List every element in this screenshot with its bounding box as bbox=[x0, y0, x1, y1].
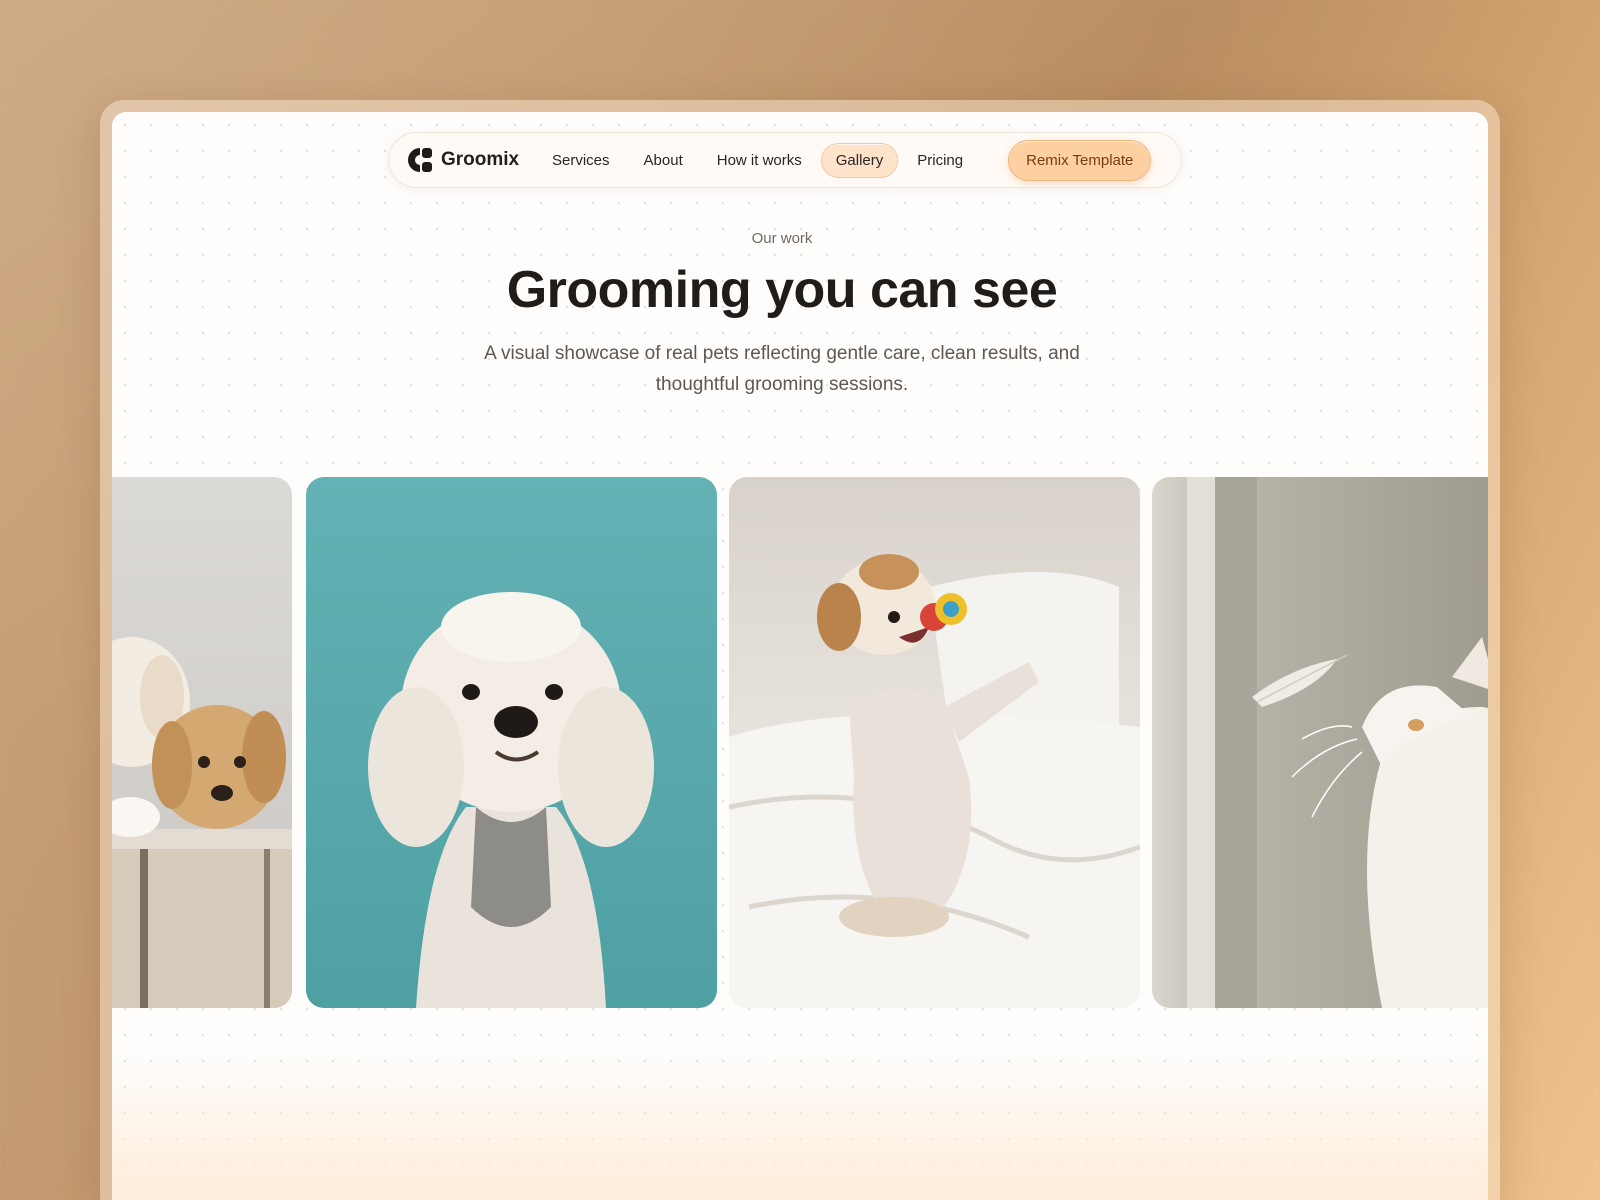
subtitle-line-2: thoughtful grooming sessions. bbox=[655, 374, 909, 395]
brand-name: Groomix bbox=[441, 149, 520, 170]
gallery-card-poodle[interactable] bbox=[306, 477, 717, 1008]
white-cat-feather-photo bbox=[1152, 477, 1488, 1008]
section-subtitle: A visual showcase of real pets reflectin… bbox=[484, 338, 1080, 400]
subtitle-line-1: A visual showcase of real pets reflectin… bbox=[484, 343, 1080, 364]
navbar: Groomix Services About How it works Gall… bbox=[388, 132, 1182, 188]
groomix-logo-icon bbox=[407, 147, 433, 173]
puppy-with-toy-photo bbox=[729, 477, 1140, 1008]
gallery-card-puppy-toy[interactable] bbox=[729, 477, 1140, 1008]
brand[interactable]: Groomix bbox=[407, 147, 537, 173]
section-eyebrow: Our work bbox=[751, 230, 813, 247]
nav-item-pricing[interactable]: Pricing bbox=[902, 143, 978, 178]
gallery-card-puppies[interactable] bbox=[112, 477, 292, 1008]
nav-item-about[interactable]: About bbox=[629, 143, 698, 178]
nav-item-services[interactable]: Services bbox=[537, 143, 625, 178]
white-poodle-photo bbox=[306, 477, 717, 1008]
remix-template-button[interactable]: Remix Template bbox=[1008, 139, 1152, 181]
section-title: Grooming you can see bbox=[506, 261, 1058, 319]
nav-item-gallery[interactable]: Gallery bbox=[820, 142, 899, 178]
gallery-card-cat[interactable] bbox=[1152, 477, 1488, 1008]
two-puppies-photo bbox=[112, 477, 292, 1008]
nav-item-how-it-works[interactable]: How it works bbox=[702, 143, 817, 178]
page: Groomix Services About How it works Gall… bbox=[112, 112, 1488, 1200]
footer-glow bbox=[112, 1052, 1488, 1200]
